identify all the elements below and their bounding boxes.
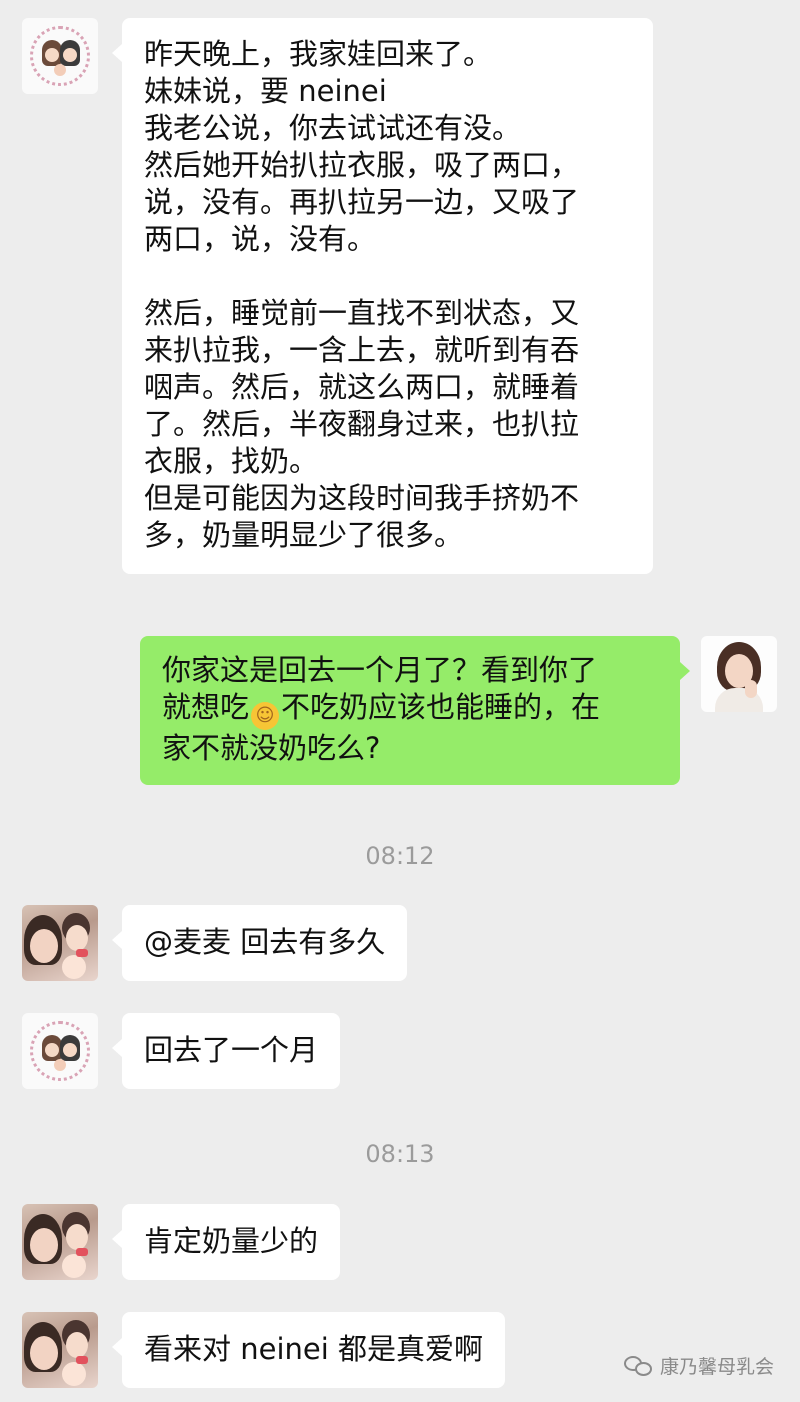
- hug-emoji-icon: ☺: [251, 702, 280, 730]
- message-line: 妹妹说，要 neinei: [144, 74, 387, 108]
- message-bubble-self[interactable]: 你家这是回去一个月了？看到你了 就想吃 ☺ 不吃奶应该也能睡的，在 家不就没奶吃么?: [140, 636, 690, 785]
- message-bubble[interactable]: 看来对 neinei 都是真爱啊: [112, 1312, 505, 1388]
- message-line: 昨天晚上，我家娃回来了。: [144, 37, 493, 71]
- message-line: 多，奶量明显少了很多。: [144, 518, 464, 552]
- message-line: 肯定奶量少的: [144, 1224, 319, 1258]
- message-line: 家不就没奶吃么?: [162, 731, 381, 765]
- message-bubble[interactable]: 肯定奶量少的: [111, 1204, 341, 1280]
- message-line: @麦麦 回去有多久: [144, 925, 386, 959]
- message-text: 不吃奶应该也能睡的，在: [281, 690, 601, 724]
- timestamp: 08:13: [365, 1140, 435, 1168]
- message-line: 回去了一个月: [144, 1033, 319, 1067]
- wechat-icon: [623, 1354, 654, 1378]
- message-text: 就想吃: [162, 690, 250, 724]
- message-line: 你家这是回去一个月了？看到你了: [162, 653, 598, 687]
- message-line: 两口，说，没有。: [144, 222, 377, 256]
- message-bubble[interactable]: @麦麦 回去有多久: [111, 905, 408, 981]
- avatar-selfie[interactable]: [22, 1204, 98, 1280]
- avatar-self[interactable]: [701, 636, 777, 712]
- avatar-selfie[interactable]: [22, 905, 98, 981]
- avatar-couple[interactable]: [22, 1013, 98, 1089]
- message-line: 然后她开始扒拉衣服，吸了两口，: [144, 148, 580, 182]
- avatar-couple[interactable]: [22, 18, 98, 94]
- message-line: 咽声。然后，就这么两口，就睡着: [144, 370, 580, 404]
- message-bubble[interactable]: 回去了一个月: [111, 1013, 341, 1089]
- watermark-text: 康乃馨母乳会: [659, 1356, 774, 1378]
- timestamp: 08:12: [365, 842, 435, 870]
- watermark: 康乃馨母乳会: [623, 1352, 774, 1379]
- message-line: 说，没有。再扒拉另一边，又吸了: [144, 185, 580, 219]
- message-line: 就想吃 ☺ 不吃奶应该也能睡的，在: [162, 689, 658, 730]
- message-line: 了。然后，半夜翻身过来，也扒拉: [144, 407, 580, 441]
- message-line: 我老公说，你去试试还有没。: [144, 111, 522, 145]
- avatar-selfie[interactable]: [22, 1312, 98, 1388]
- message-line: 衣服，找奶。: [144, 444, 319, 478]
- message-bubble[interactable]: 昨天晚上，我家娃回来了。 妹妹说，要 neinei 我老公说，你去试试还有没。 …: [112, 18, 653, 574]
- message-line: 来扒拉我，一含上去，就听到有吞: [144, 333, 580, 367]
- message-line: 看来对 neinei 都是真爱啊: [144, 1332, 483, 1366]
- message-line: 但是可能因为这段时间我手挤奶不: [144, 481, 580, 515]
- message-line: 然后，睡觉前一直找不到状态，又: [144, 296, 580, 330]
